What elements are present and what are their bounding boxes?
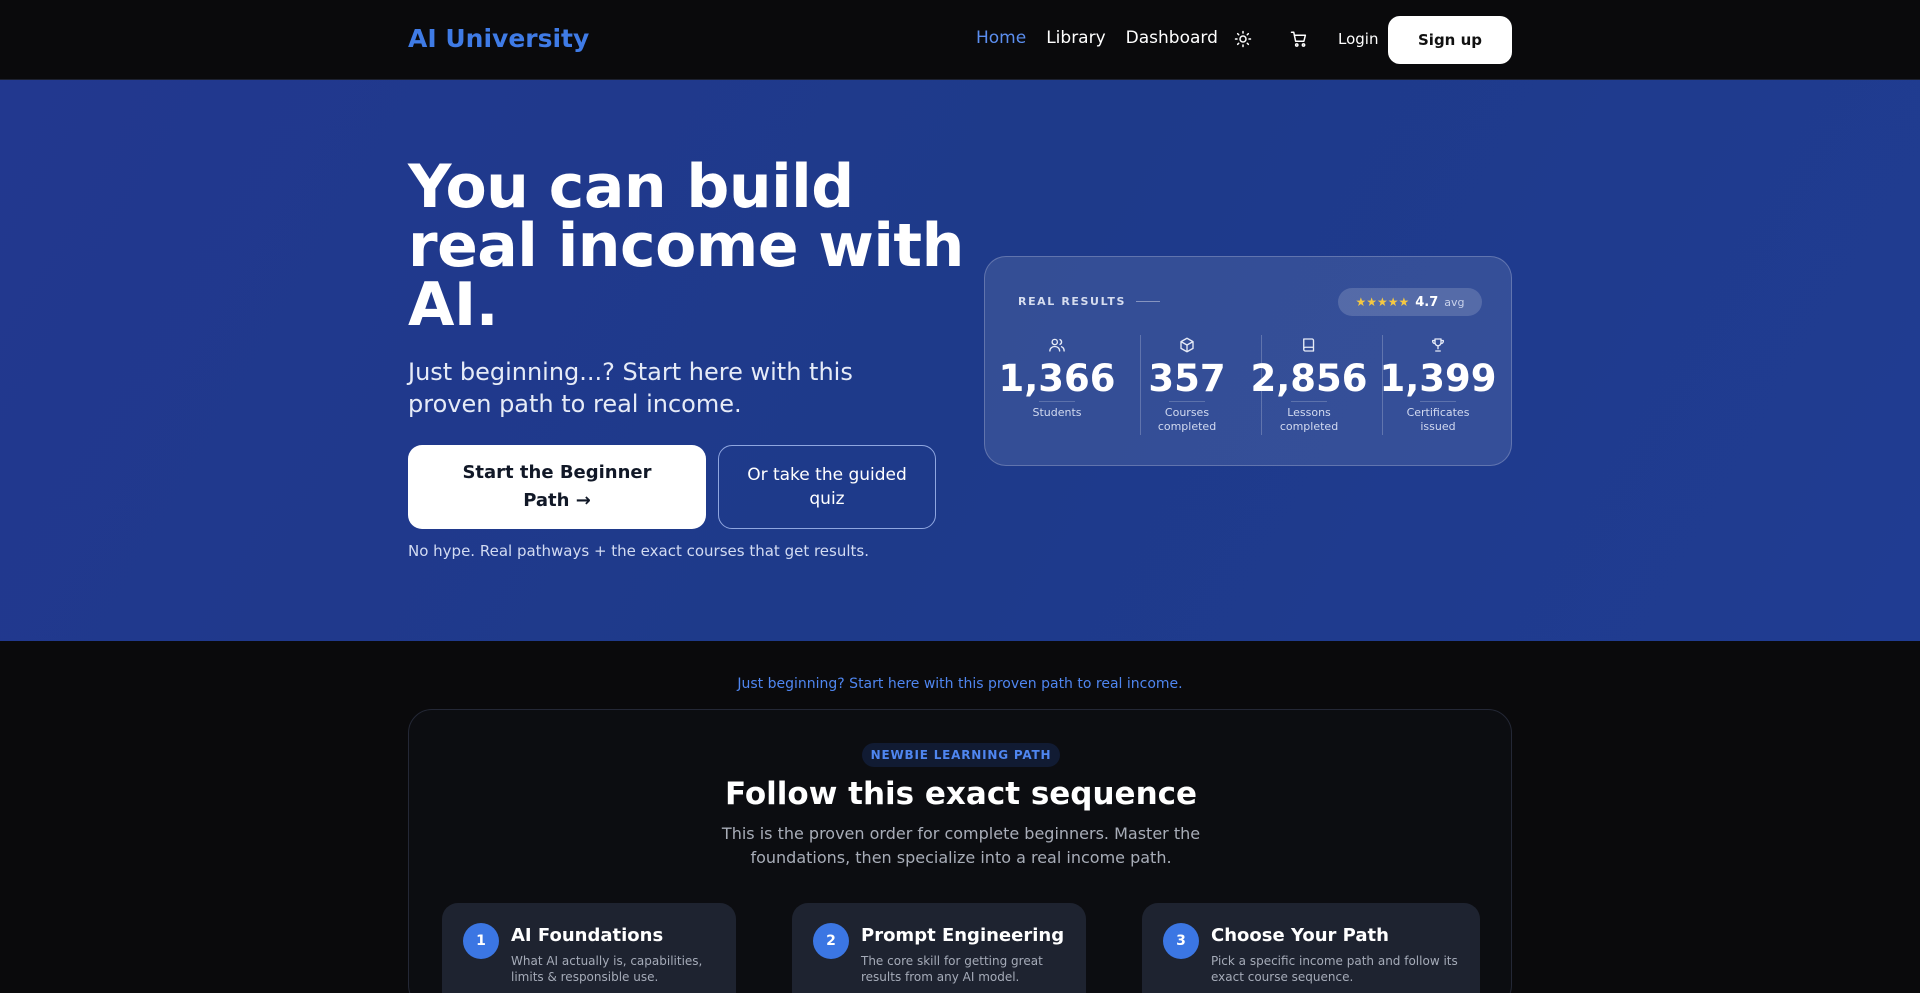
star-rating: ★★★★★ [1355, 295, 1410, 309]
guided-quiz-button[interactable]: Or take the guided quiz [718, 445, 936, 529]
box-icon [1127, 335, 1247, 355]
results-label-text: REAL RESULTS [1018, 295, 1126, 308]
users-icon [997, 335, 1117, 355]
results-label: REAL RESULTS [1018, 295, 1160, 308]
rating-value: 4.7 [1415, 294, 1439, 310]
start-beginner-path-button[interactable]: Start the Beginner Path → [408, 445, 706, 529]
stat-label: Courses completed [1157, 406, 1217, 433]
path-description: This is the proven order for complete be… [721, 824, 1201, 867]
step-number: 1 [463, 923, 499, 959]
path-tagline[interactable]: Just beginning? Start here with this pro… [0, 676, 1920, 692]
stat-value: 357 [1148, 357, 1226, 400]
signup-button[interactable]: Sign up [1388, 16, 1512, 64]
step-description: What AI actually is, capabilities, limit… [511, 954, 703, 984]
step-card-prompt-engineering[interactable]: 2 Prompt Engineering The core skill for … [792, 903, 1086, 993]
nav-link-home[interactable]: Home [976, 28, 1026, 48]
cart-icon[interactable] [1288, 28, 1310, 50]
stat-value: 2,856 [1250, 357, 1368, 400]
hero-note: No hype. Real pathways + the exact cours… [408, 542, 869, 560]
stat-value: 1,399 [1379, 357, 1497, 400]
brand-logo[interactable]: AI University [408, 24, 589, 53]
label-divider [1136, 301, 1160, 302]
step-card-choose-your-path[interactable]: 3 Choose Your Path Pick a specific incom… [1142, 903, 1480, 993]
hero-section: You can build real income with AI. Just … [0, 80, 1920, 641]
rating-suffix: avg [1444, 295, 1465, 309]
nav-link-dashboard[interactable]: Dashboard [1126, 28, 1218, 48]
step-title: Choose Your Path [1211, 925, 1389, 946]
top-navbar: AI University Home Library Dashboard Log… [0, 0, 1920, 80]
stat-divider [1169, 401, 1205, 402]
stat-divider [1039, 401, 1075, 402]
step-title: AI Foundations [511, 925, 664, 946]
stat-divider [1420, 401, 1456, 402]
step-title: Prompt Engineering [861, 925, 1065, 946]
rating-badge: ★★★★★ 4.7 avg [1338, 288, 1482, 316]
book-icon [1249, 335, 1369, 355]
stat-certificates: 1,399 Certificates issued [1378, 335, 1498, 435]
stat-students: 1,366 Students [997, 335, 1117, 435]
step-card-ai-foundations[interactable]: 1 AI Foundations What AI actually is, ca… [442, 903, 736, 993]
hero-title: You can build real income with AI. [408, 152, 964, 340]
login-link[interactable]: Login [1338, 30, 1378, 48]
results-card: REAL RESULTS ★★★★★ 4.7 avg 1,366 Student… [984, 256, 1512, 466]
path-badge: NEWBIE LEARNING PATH [862, 743, 1060, 767]
sun-icon[interactable] [1232, 28, 1254, 50]
stat-divider [1291, 401, 1327, 402]
hero-subtitle: Just beginning...? Start here with this … [408, 358, 853, 418]
path-title: Follow this exact sequence [724, 776, 1198, 812]
stat-label: Lessons completed [1279, 406, 1339, 433]
nav-link-library[interactable]: Library [1046, 28, 1105, 48]
stat-courses: 357 Courses completed [1127, 335, 1247, 435]
step-number: 3 [1163, 923, 1199, 959]
stat-label: Certificates issued [1406, 406, 1470, 433]
step-number: 2 [813, 923, 849, 959]
trophy-icon [1378, 335, 1498, 355]
step-description: Pick a specific income path and follow i… [1211, 954, 1458, 984]
nav-links: Home Library Dashboard [976, 28, 1218, 48]
learning-path-card: NEWBIE LEARNING PATH Follow this exact s… [408, 709, 1512, 993]
step-description: The core skill for getting great results… [861, 954, 1043, 984]
stat-value: 1,366 [998, 357, 1116, 400]
stat-lessons: 2,856 Lessons completed [1249, 335, 1369, 435]
stat-label: Students [1032, 406, 1082, 419]
